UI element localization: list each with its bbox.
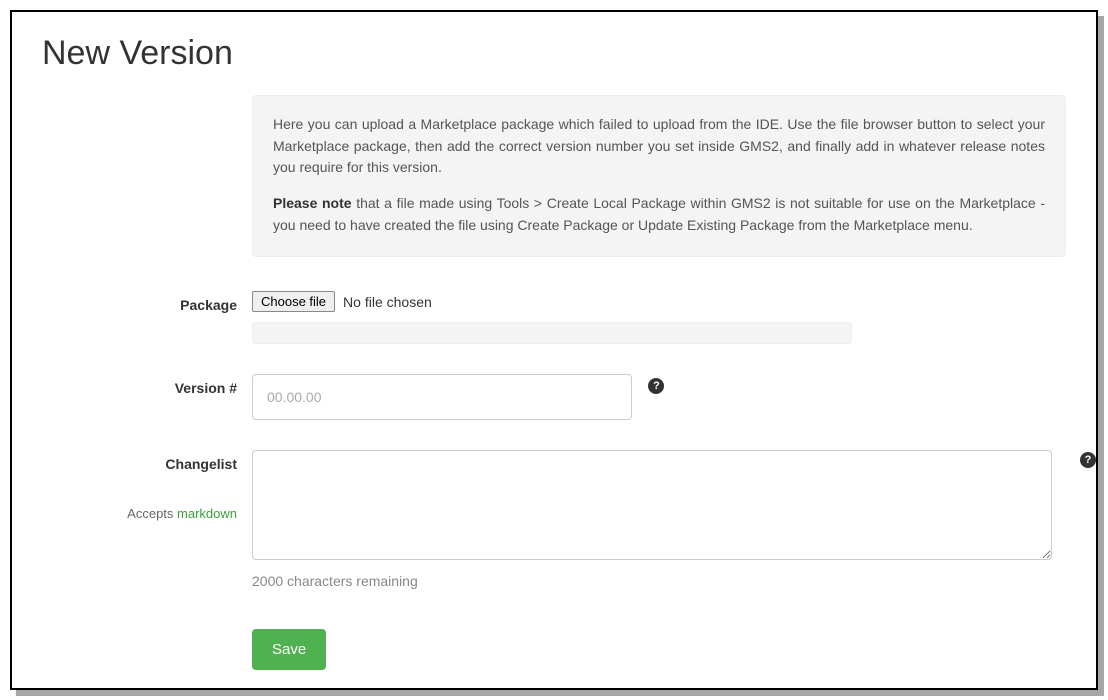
file-path-display [252, 322, 852, 344]
changelist-label: Changelist Accepts markdown [42, 456, 237, 521]
version-input[interactable] [252, 374, 632, 420]
accepts-prefix: Accepts [127, 506, 177, 521]
package-row: Package Choose file No file chosen [252, 291, 1066, 344]
page-card: New Version Here you can upload a Market… [10, 10, 1098, 690]
info-note-rest: that a file made using Tools > Create Lo… [273, 195, 1045, 233]
info-paragraph-1: Here you can upload a Marketplace packag… [273, 114, 1045, 179]
page-title: New Version [42, 34, 1066, 73]
markdown-hint: Accepts markdown [42, 506, 237, 521]
help-icon[interactable]: ? [1080, 452, 1096, 468]
changelist-label-text: Changelist [165, 456, 237, 472]
package-label: Package [42, 297, 237, 313]
changelist-row: Changelist Accepts markdown ? 2000 chara… [252, 450, 1066, 589]
no-file-text: No file chosen [343, 294, 432, 310]
form-content: Here you can upload a Marketplace packag… [252, 95, 1066, 670]
info-paragraph-2: Please note that a file made using Tools… [273, 193, 1045, 236]
choose-file-button[interactable]: Choose file [252, 291, 335, 312]
save-button[interactable]: Save [252, 629, 326, 670]
info-note-strong: Please note [273, 195, 352, 211]
version-row: Version # ? [252, 374, 1066, 420]
info-box: Here you can upload a Marketplace packag… [252, 95, 1066, 257]
characters-remaining: 2000 characters remaining [252, 573, 1066, 589]
changelist-textarea[interactable] [252, 450, 1052, 560]
help-icon[interactable]: ? [648, 378, 664, 394]
file-picker: Choose file No file chosen [252, 291, 1066, 312]
version-label: Version # [42, 380, 237, 396]
markdown-link[interactable]: markdown [177, 506, 237, 521]
